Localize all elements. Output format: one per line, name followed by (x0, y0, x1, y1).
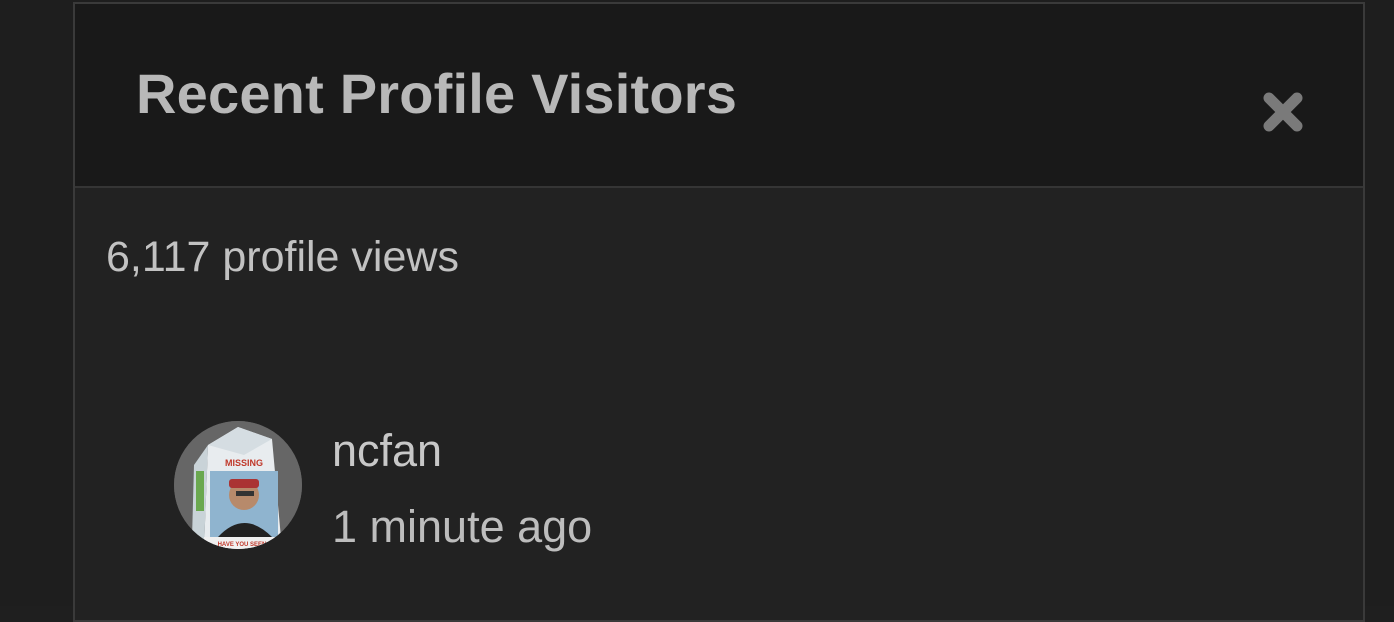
dialog-body: 6,117 profile views MISSING HAVE YOU SEE… (75, 188, 1363, 620)
visitor-item: MISSING HAVE YOU SEEN ncfan 1 minute ago (174, 420, 774, 550)
recent-visitors-dialog: Recent Profile Visitors 6,117 profile vi… (73, 2, 1365, 622)
dialog-header: Recent Profile Visitors (75, 4, 1363, 188)
visitor-name-link[interactable]: ncfan (332, 428, 442, 473)
avatar-image: MISSING HAVE YOU SEEN (174, 421, 302, 549)
visitor-avatar[interactable]: MISSING HAVE YOU SEEN (174, 421, 302, 549)
avatar-label-bottom: HAVE YOU SEEN (218, 542, 267, 548)
close-icon (1263, 92, 1303, 132)
close-button[interactable] (1259, 88, 1307, 136)
profile-views-count: 6,117 profile views (106, 233, 459, 281)
dialog-title: Recent Profile Visitors (136, 62, 738, 125)
visit-timestamp: 1 minute ago (332, 501, 593, 552)
avatar-label-top: MISSING (225, 458, 263, 468)
